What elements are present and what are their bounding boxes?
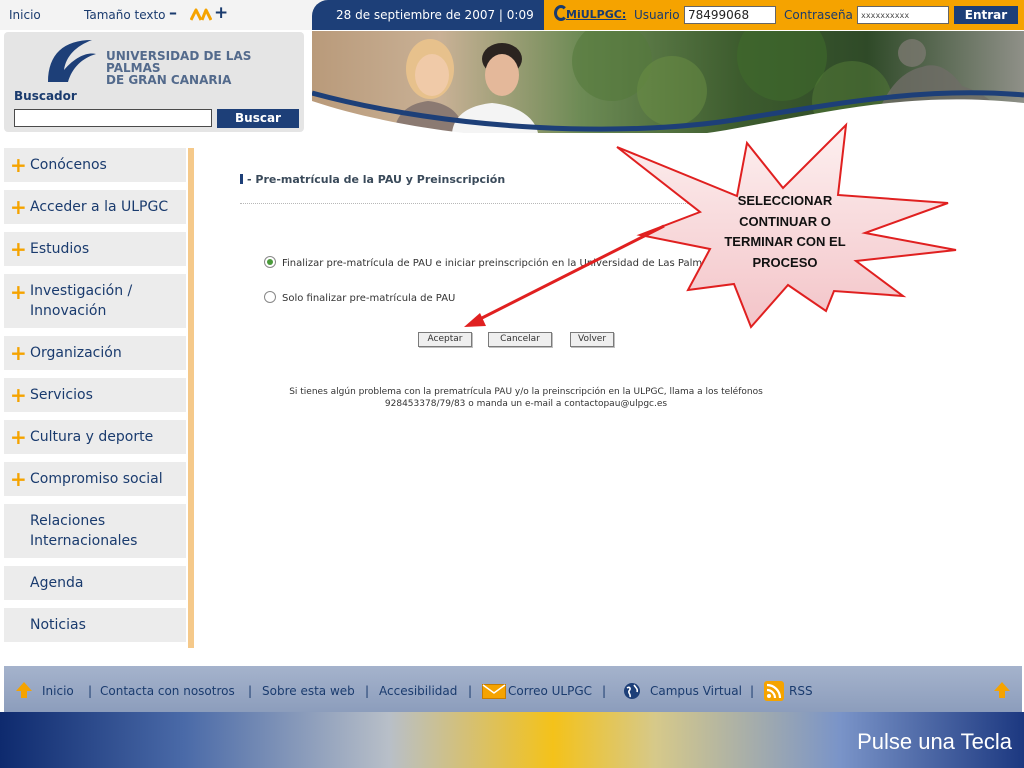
slide-footer: Pulse una Tecla — [0, 712, 1024, 768]
rss-icon[interactable] — [764, 681, 784, 701]
sidebar-item-label: Investigación / Innovación — [30, 283, 133, 319]
footer-link-accesibilidad[interactable]: Accesibilidad — [379, 684, 457, 698]
sidebar-item-label: Organización — [30, 345, 122, 361]
radio-button-selected[interactable] — [264, 256, 276, 268]
pointer-arrow-line — [475, 224, 665, 323]
expand-plus-icon: + — [10, 467, 27, 491]
sidebar-item-estudios[interactable]: + Estudios — [4, 232, 186, 266]
option-solo-finalizar[interactable]: Solo finalizar pre-matrícula de PAU — [264, 291, 455, 304]
password-label: Contraseña — [784, 8, 853, 22]
help-text-line2: 928453378/79/83 o manda un e-mail a cont… — [384, 399, 668, 409]
sidebar-item-servicios[interactable]: + Servicios — [4, 378, 186, 412]
expand-plus-icon: + — [10, 153, 27, 177]
sidebar-nav: + Conócenos + Acceder a la ULPGC + Estud… — [4, 148, 194, 648]
footer-link-campus-virtual[interactable]: Campus Virtual — [650, 684, 742, 698]
sidebar-item-label: Cultura y deporte — [30, 429, 154, 445]
sidebar-item-agenda[interactable]: Agenda — [4, 566, 186, 600]
increase-text-size-button[interactable]: + — [214, 3, 228, 23]
ulpgc-logo-icon[interactable] — [42, 36, 98, 86]
sidebar-item-investigacion[interactable]: + Investigación / Innovación — [4, 274, 186, 328]
footer-separator: | — [602, 684, 607, 698]
sidebar-item-noticias[interactable]: Noticias — [4, 608, 186, 642]
text-size-label: Tamaño texto — [84, 8, 166, 22]
help-text: Si tienes algún problema con la prematrí… — [246, 386, 806, 410]
password-field[interactable] — [857, 6, 949, 24]
cancel-button[interactable]: Cancelar — [488, 332, 552, 347]
expand-plus-icon: + — [10, 341, 27, 365]
mail-icon[interactable] — [482, 684, 506, 699]
option-label: Finalizar pre-matrícula de PAU e iniciar… — [282, 258, 741, 269]
sidebar-item-label: Noticias — [30, 617, 86, 633]
help-text-line1: Si tienes algún problema con la prematrí… — [289, 387, 763, 397]
sidebar-item-conocenos[interactable]: + Conócenos — [4, 148, 186, 182]
title-bar-marker — [240, 174, 243, 184]
option-label: Solo finalizar pre-matrícula de PAU — [282, 293, 456, 304]
sidebar-item-label: Relaciones Internacionales — [30, 513, 138, 549]
sidebar-item-label: Compromiso social — [30, 471, 163, 487]
reset-text-size-icon[interactable] — [190, 4, 212, 24]
sidebar-item-compromiso-social[interactable]: + Compromiso social — [4, 462, 186, 496]
banner-illustration — [312, 31, 1024, 133]
username-field[interactable] — [684, 6, 776, 24]
sidebar-item-organizacion[interactable]: + Organización — [4, 336, 186, 370]
footer-separator: | — [248, 684, 253, 698]
search-button[interactable]: Buscar — [217, 109, 299, 128]
arrow-up-icon[interactable] — [992, 680, 1012, 700]
arrow-up-icon[interactable] — [14, 680, 34, 700]
page-title: - Pre-matrícula de la PAU y Preinscripci… — [240, 173, 505, 186]
footer-separator: | — [365, 684, 370, 698]
sidebar-item-relaciones-internacionales[interactable]: Relaciones Internacionales — [4, 504, 186, 558]
sidebar-accent-strip — [188, 148, 194, 648]
header-logo-search: UNIVERSIDAD DE LAS PALMAS DE GRAN CANARI… — [4, 32, 304, 132]
option-finalizar-e-iniciar[interactable]: Finalizar pre-matrícula de PAU e iniciar… — [264, 256, 740, 269]
expand-plus-icon: + — [10, 237, 27, 261]
expand-plus-icon: + — [10, 425, 27, 449]
username-label: Usuario — [634, 8, 680, 22]
expand-plus-icon: + — [10, 383, 27, 407]
top-bar: Inicio Tamaño texto – + 28 de septiembre… — [0, 0, 1024, 30]
sidebar-item-acceder[interactable]: + Acceder a la ULPGC — [4, 190, 186, 224]
page-title-text: - Pre-matrícula de la PAU y Preinscripci… — [247, 173, 506, 186]
footer-separator: | — [750, 684, 755, 698]
university-name: UNIVERSIDAD DE LAS PALMAS DE GRAN CANARI… — [106, 50, 304, 86]
radio-button[interactable] — [264, 291, 276, 303]
inicio-link[interactable]: Inicio — [9, 8, 41, 22]
pointer-arrowhead — [464, 313, 486, 327]
login-bar: MiULPGC: Usuario Contraseña Entrar — [544, 0, 1024, 30]
footer-link-correo[interactable]: Correo ULPGC — [508, 684, 592, 698]
login-button[interactable]: Entrar — [954, 6, 1018, 24]
expand-plus-icon: + — [10, 195, 27, 219]
footer-separator: | — [468, 684, 473, 698]
university-name-line1: UNIVERSIDAD DE LAS PALMAS — [106, 49, 252, 75]
sidebar-item-label: Conócenos — [30, 157, 107, 173]
sidebar-item-label: Estudios — [30, 241, 90, 257]
header-banner-photo — [312, 31, 1024, 133]
miulpgc-link[interactable]: MiULPGC: — [566, 8, 626, 21]
footer-bar: Inicio | Contacta con nosotros | Sobre e… — [4, 666, 1022, 712]
footer-link-rss[interactable]: RSS — [789, 684, 813, 698]
sidebar-item-cultura-deporte[interactable]: + Cultura y deporte — [4, 420, 186, 454]
university-name-line2: DE GRAN CANARIA — [106, 73, 232, 87]
sidebar-item-label: Servicios — [30, 387, 93, 403]
back-button[interactable]: Volver — [570, 332, 614, 347]
decrease-text-size-button[interactable]: – — [169, 3, 177, 22]
sidebar-item-label: Acceder a la ULPGC — [30, 199, 169, 215]
footer-link-inicio[interactable]: Inicio — [42, 684, 74, 698]
callout-text: SELECCIONAR CONTINUAR O TERMINAR CON EL … — [724, 193, 846, 270]
date-bar: 28 de septiembre de 2007 | 0:09 — [312, 0, 544, 30]
accept-button[interactable]: Aceptar — [418, 332, 472, 347]
footer-link-sobre[interactable]: Sobre esta web — [262, 684, 355, 698]
top-utility-links: Inicio Tamaño texto – + — [0, 0, 312, 30]
expand-plus-icon: + — [10, 280, 27, 304]
press-key-hint[interactable]: Pulse una Tecla — [857, 729, 1012, 755]
footer-link-contacta[interactable]: Contacta con nosotros — [100, 684, 235, 698]
current-date: 28 de septiembre de 2007 | 0:09 — [336, 8, 534, 22]
search-label: Buscador — [14, 89, 77, 103]
sidebar-item-label: Agenda — [30, 575, 84, 591]
globe-icon[interactable] — [622, 681, 642, 701]
footer-separator: | — [88, 684, 93, 698]
search-input[interactable] — [14, 109, 212, 127]
